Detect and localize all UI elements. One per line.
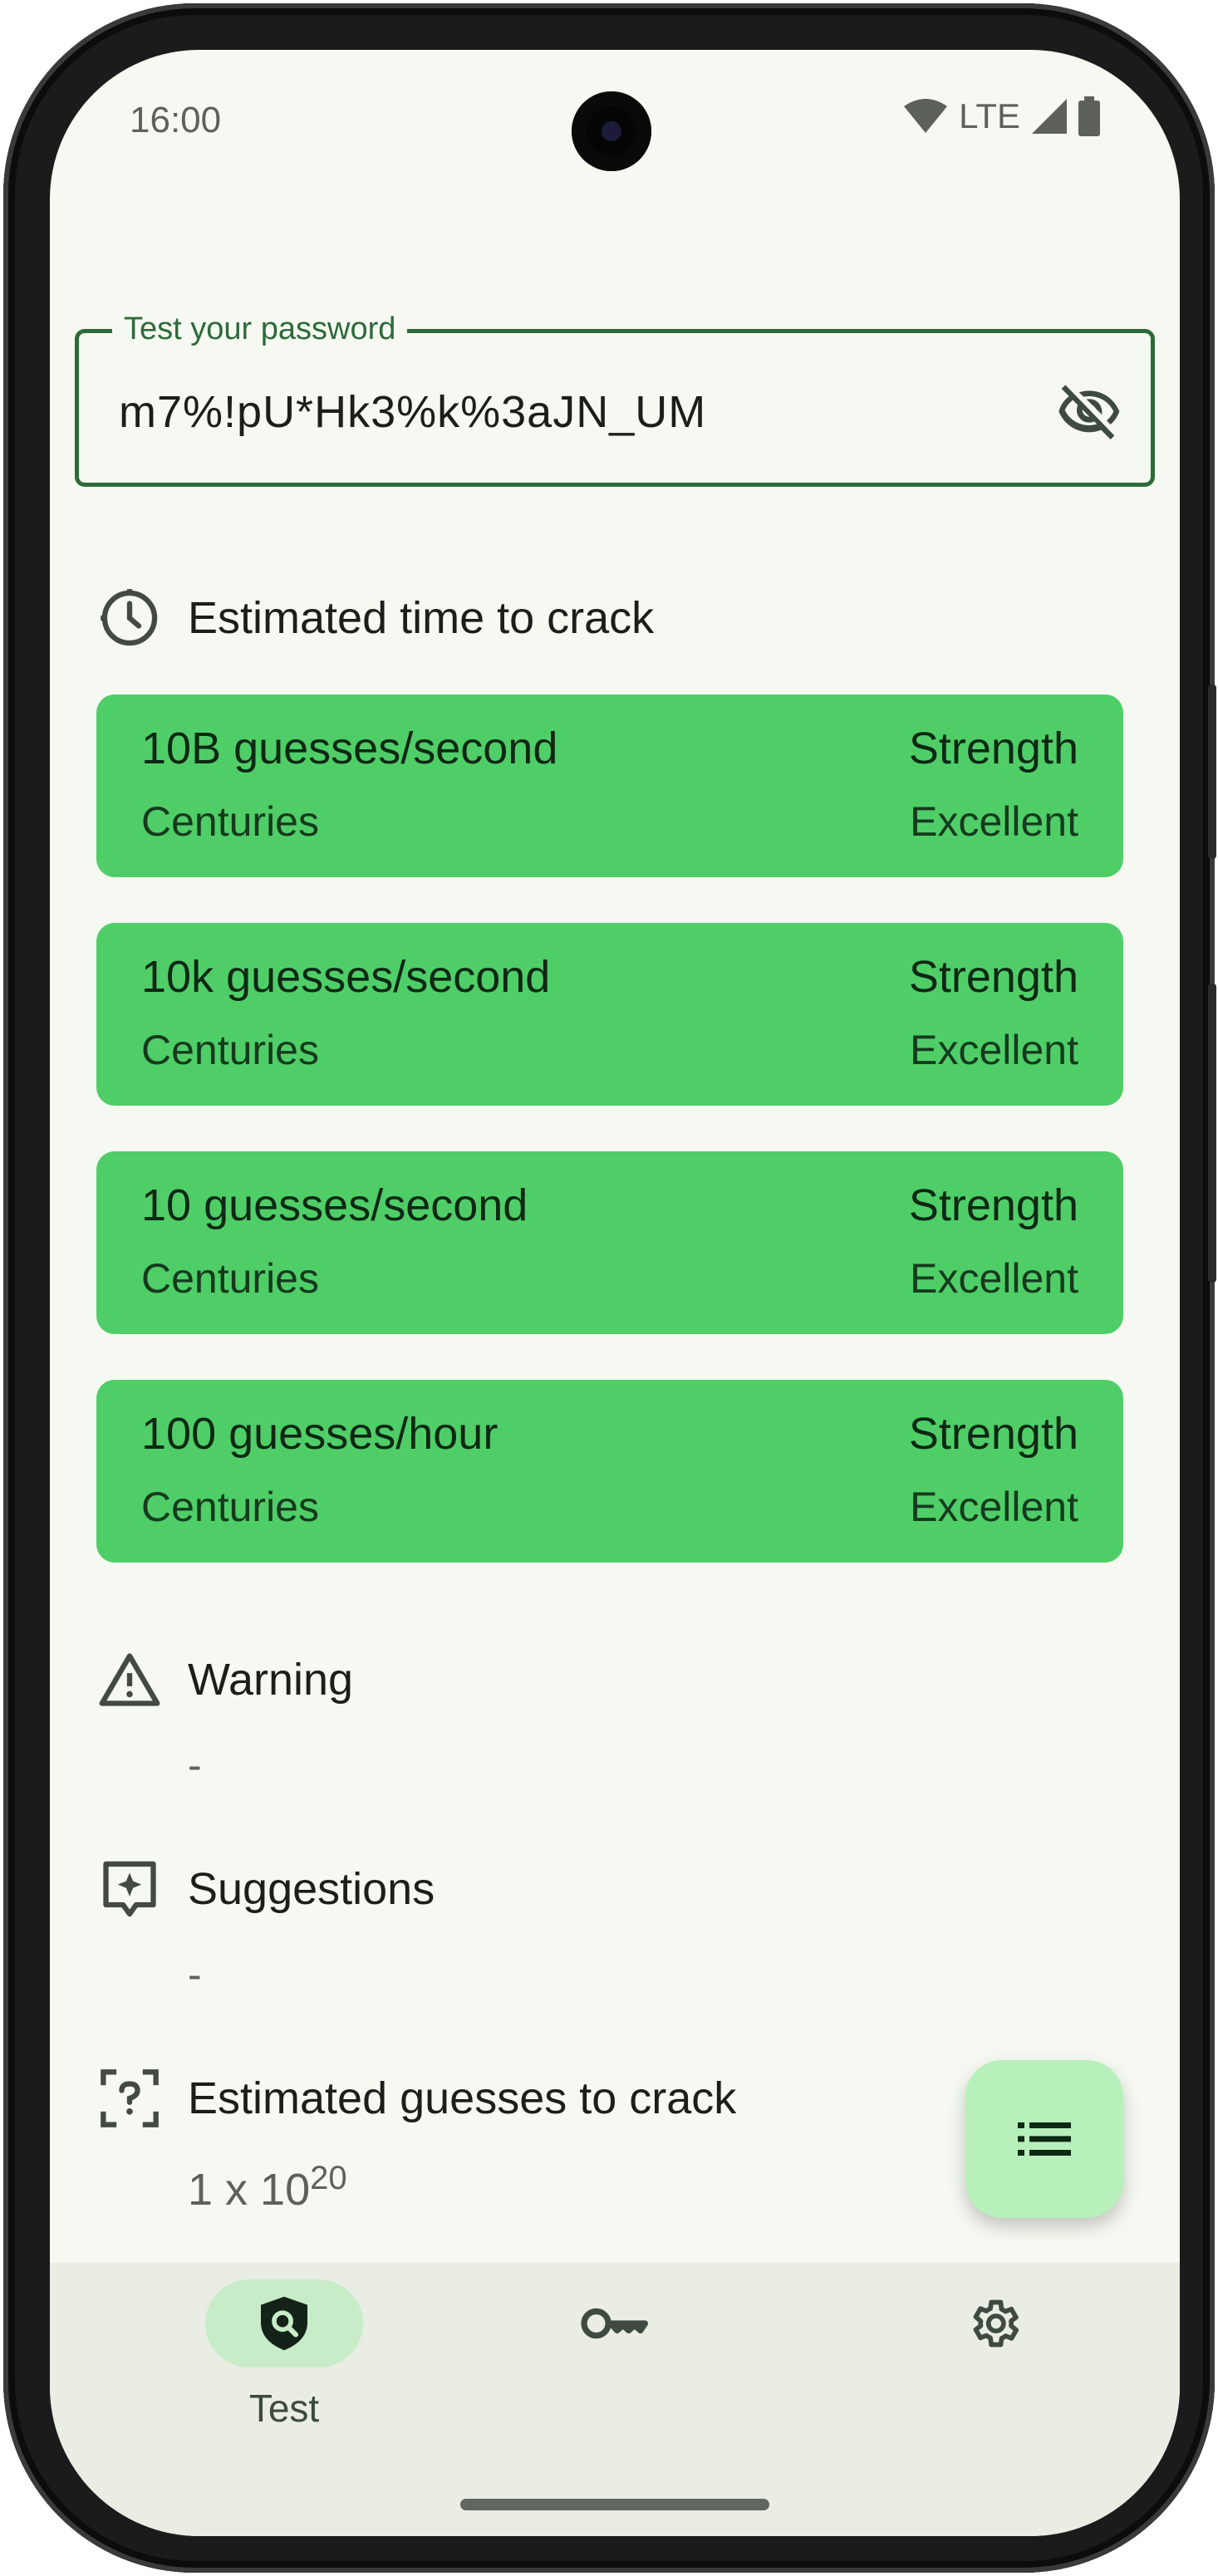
crack-card-rate: 10k guesses/second (141, 952, 551, 1002)
gear-icon (973, 2299, 1019, 2348)
clock-icon (101, 589, 158, 646)
home-indicator[interactable] (460, 2499, 769, 2510)
list-fab-button[interactable] (965, 2060, 1123, 2218)
password-input-label: Test your password (112, 312, 408, 347)
crack-card-rate: 100 guesses/hour (141, 1409, 498, 1459)
bottom-navigation: Test (50, 2263, 1180, 2536)
password-input[interactable]: Test your password m7%!pU*Hk3%k%3aJN_UM (75, 312, 1155, 487)
guesses-header: Estimated guesses to crack (98, 2067, 736, 2130)
battery-icon (1078, 96, 1100, 136)
unknown-frame-icon (101, 2069, 159, 2127)
network-type: LTE (959, 96, 1020, 135)
crack-card-4: 100 guesses/hour Centuries Strength Exce… (96, 1380, 1123, 1563)
warning-triangle-icon (99, 1653, 160, 1706)
guesses-exponent: 20 (310, 2160, 347, 2196)
crack-card-strength-label: Strength (908, 724, 1078, 773)
crack-card-strength-label: Strength (908, 1409, 1078, 1459)
cellular-signal-icon (1032, 99, 1067, 134)
status-time: 16:00 (130, 100, 222, 140)
crack-card-strength-label: Strength (908, 1180, 1078, 1230)
crack-card-strength-value: Excellent (910, 1255, 1078, 1302)
guesses-title: Estimated guesses to crack (188, 2073, 737, 2123)
nav-item-test-pill[interactable] (205, 2279, 363, 2367)
guesses-value: 1 x 1020 (188, 2160, 347, 2215)
nav-item-settings-pill[interactable] (915, 2279, 1073, 2367)
crack-time-title: Estimated time to crack (188, 593, 655, 643)
crack-time-header: Estimated time to crack (98, 586, 654, 650)
password-input-value[interactable]: m7%!pU*Hk3%k%3aJN_UM (119, 386, 706, 438)
nav-item-settings[interactable] (869, 2279, 1118, 2446)
screen: 16:00 LTE Test your password m7%!pU*Hk3%… (50, 50, 1180, 2536)
wifi-icon (904, 99, 948, 133)
volume-button (1208, 684, 1216, 859)
warning-value: - (188, 1742, 202, 1788)
shield-search-icon (261, 2296, 307, 2351)
sparkle-feedback-icon (103, 1861, 156, 1917)
crack-card-3: 10 guesses/second Centuries Strength Exc… (96, 1151, 1123, 1334)
crack-card-rate: 10 guesses/second (141, 1180, 528, 1230)
crack-card-time: Centuries (141, 1027, 319, 1073)
nav-item-test[interactable]: Test (160, 2279, 409, 2446)
crack-card-strength-label: Strength (908, 952, 1078, 1002)
crack-card-rate: 10B guesses/second (141, 724, 558, 773)
suggestions-header: Suggestions (98, 1857, 435, 1921)
visibility-off-icon[interactable] (1056, 380, 1122, 446)
status-icons: LTE (904, 96, 1100, 136)
nav-item-generator-pill[interactable] (536, 2279, 694, 2367)
crack-card-strength-value: Excellent (910, 798, 1078, 845)
suggestions-title: Suggestions (188, 1864, 435, 1914)
nav-item-generator[interactable] (490, 2279, 739, 2446)
warning-header: Warning (98, 1648, 353, 1711)
crack-card-1: 10B guesses/second Centuries Strength Ex… (96, 694, 1123, 877)
crack-card-time: Centuries (141, 798, 319, 845)
crack-card-time: Centuries (141, 1484, 319, 1530)
crack-card-2: 10k guesses/second Centuries Strength Ex… (96, 923, 1123, 1106)
crack-card-strength-value: Excellent (910, 1027, 1078, 1073)
key-icon (581, 2308, 649, 2339)
crack-card-time: Centuries (141, 1255, 319, 1302)
warning-title: Warning (188, 1655, 354, 1705)
crack-card-strength-value: Excellent (910, 1484, 1078, 1530)
camera-cutout (572, 91, 651, 171)
list-icon (1018, 2122, 1071, 2156)
suggestions-value: - (188, 1951, 202, 1998)
power-button (1208, 984, 1216, 1283)
guesses-base: 1 x 10 (188, 2165, 311, 2215)
nav-item-test-label: Test (248, 2387, 320, 2430)
phone-frame: 16:00 LTE Test your password m7%!pU*Hk3%… (3, 3, 1216, 2573)
